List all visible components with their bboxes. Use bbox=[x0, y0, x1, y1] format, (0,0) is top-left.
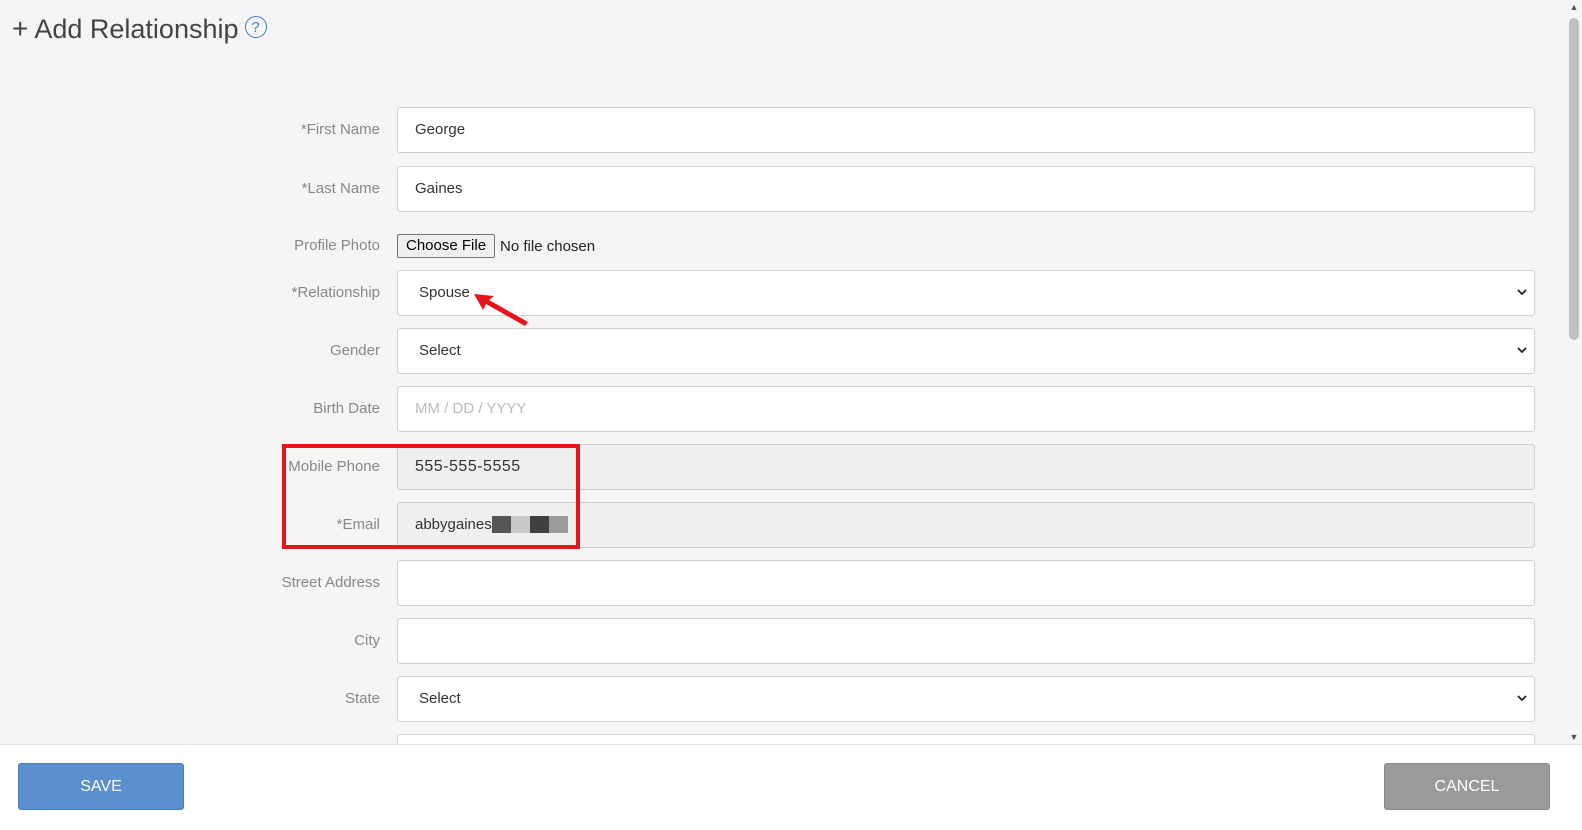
birth-date-placeholder: MM / DD / YYYY bbox=[415, 400, 527, 417]
page-title: Add Relationship bbox=[34, 14, 239, 44]
plus-icon: + bbox=[12, 13, 29, 44]
mobile-phone-label: Mobile Phone bbox=[288, 458, 380, 475]
street-address-label: Street Address bbox=[281, 574, 380, 591]
page-header: + Add Relationship ? bbox=[12, 12, 267, 46]
help-icon[interactable]: ? bbox=[244, 16, 267, 38]
first-name-label: *First Name bbox=[300, 121, 380, 138]
city-row: City bbox=[0, 618, 1536, 664]
state-row: State Select bbox=[0, 676, 1536, 722]
gender-selected-value: Select bbox=[419, 342, 461, 359]
state-label: State bbox=[344, 690, 380, 707]
add-relationship-page: + Add Relationship ? *First Name George … bbox=[0, 0, 1582, 830]
email-input[interactable]: abbygaines bbox=[397, 502, 1535, 548]
gender-select[interactable]: Select bbox=[397, 328, 1535, 374]
profile-photo-file-input: Choose File No file chosen bbox=[397, 234, 595, 258]
state-select[interactable]: Select bbox=[397, 676, 1535, 722]
birth-date-row: Birth Date MM / DD / YYYY bbox=[0, 386, 1536, 432]
state-selected-value: Select bbox=[419, 690, 461, 707]
gender-label: Gender bbox=[329, 342, 380, 359]
mobile-phone-row: Mobile Phone 555-555-5555 bbox=[0, 444, 1536, 490]
footer-actions: SAVE CANCEL bbox=[0, 744, 1582, 830]
email-row: *Email abbygaines bbox=[0, 502, 1536, 548]
relationship-select[interactable]: Spouse bbox=[397, 270, 1535, 316]
mobile-phone-input[interactable]: 555-555-5555 bbox=[397, 444, 1535, 490]
email-value: abbygaines bbox=[415, 516, 492, 533]
vertical-scrollbar[interactable]: ▲ ▼ bbox=[1566, 0, 1582, 744]
birth-date-label: Birth Date bbox=[313, 400, 380, 417]
street-address-row: Street Address bbox=[0, 560, 1536, 606]
email-label: *Email bbox=[336, 516, 380, 533]
first-name-row: *First Name George bbox=[0, 107, 1536, 153]
file-status-text: No file chosen bbox=[500, 237, 596, 255]
first-name-input[interactable]: George bbox=[397, 107, 1535, 153]
last-name-input[interactable]: Gaines bbox=[397, 166, 1535, 212]
relationship-row: *Relationship Spouse bbox=[0, 270, 1536, 316]
profile-photo-label: Profile Photo bbox=[294, 237, 380, 254]
scrollbar-thumb[interactable] bbox=[1569, 18, 1579, 340]
cancel-button[interactable]: CANCEL bbox=[1384, 763, 1550, 810]
chevron-down-icon bbox=[1516, 271, 1528, 332]
redacted-mosaic bbox=[491, 515, 568, 533]
last-name-row: *Last Name Gaines bbox=[0, 166, 1536, 212]
relationship-label: *Relationship bbox=[291, 284, 380, 301]
save-button[interactable]: SAVE bbox=[18, 763, 184, 810]
street-address-input[interactable] bbox=[397, 560, 1535, 606]
birth-date-input[interactable]: MM / DD / YYYY bbox=[397, 386, 1535, 432]
profile-photo-row: Profile Photo Choose File No file chosen bbox=[0, 223, 1536, 269]
chevron-down-icon bbox=[1516, 677, 1528, 738]
relationship-selected-value: Spouse bbox=[419, 284, 470, 301]
choose-file-button[interactable]: Choose File bbox=[397, 234, 496, 258]
scroll-up-icon[interactable]: ▲ bbox=[1566, 2, 1582, 12]
city-input[interactable] bbox=[397, 618, 1535, 664]
gender-row: Gender Select bbox=[0, 328, 1536, 374]
scroll-down-icon[interactable]: ▼ bbox=[1566, 732, 1582, 742]
last-name-label: *Last Name bbox=[301, 180, 380, 197]
annotation-arrow-icon bbox=[474, 294, 528, 326]
city-label: City bbox=[354, 632, 380, 649]
chevron-down-icon bbox=[1516, 329, 1528, 390]
